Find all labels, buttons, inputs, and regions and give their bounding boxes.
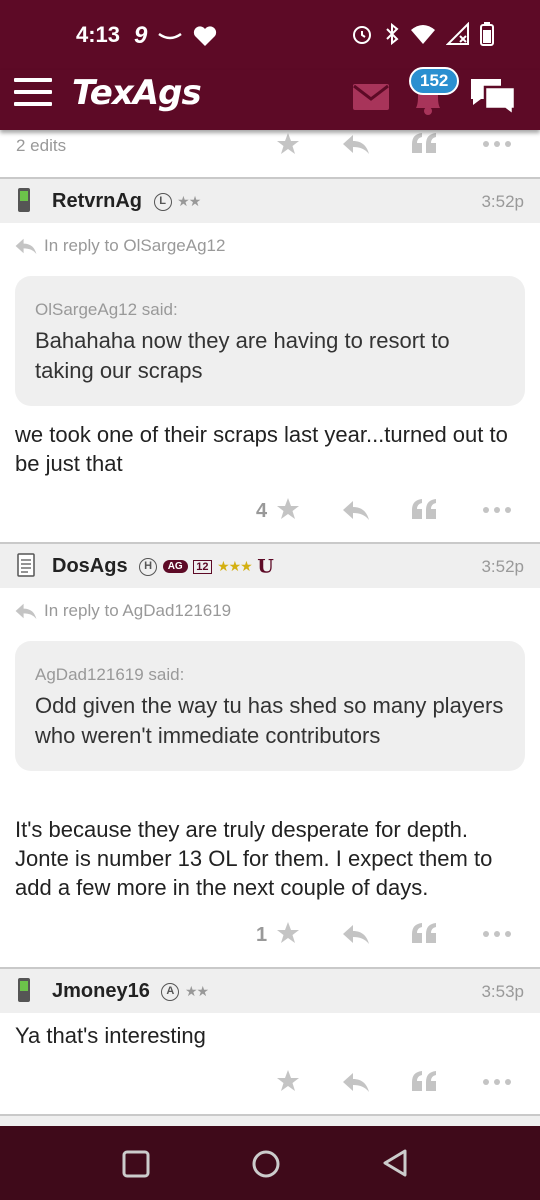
bluetooth-icon <box>386 22 399 46</box>
post-body: Ya that's interesting <box>15 1023 206 1048</box>
quote-icon[interactable] <box>411 132 437 154</box>
system-nav-bar <box>0 1126 540 1200</box>
star-icon[interactable] <box>276 1069 300 1093</box>
recent-apps-icon[interactable] <box>122 1150 150 1178</box>
username[interactable]: Jmoney16 <box>52 980 150 1002</box>
quote-text: Bahahaha now they are having to resort t… <box>35 328 450 383</box>
more-options-icon[interactable] <box>482 506 512 514</box>
post-time: 3:53p <box>481 982 524 1001</box>
username[interactable]: RetvrnAg <box>52 190 142 212</box>
back-icon[interactable] <box>381 1148 409 1178</box>
reply-icon[interactable] <box>342 500 370 520</box>
mobile-phone-icon <box>18 978 30 1002</box>
star-icon[interactable] <box>276 497 300 521</box>
post-body: we took one of their scraps last year...… <box>15 422 508 476</box>
like-count: 1 <box>256 924 268 946</box>
carrier-icon: 9 <box>134 22 148 49</box>
star-icon[interactable] <box>276 132 300 156</box>
texags-logo[interactable]: TexAgs <box>72 73 202 113</box>
reply-icon[interactable] <box>342 924 370 944</box>
signal-icon <box>446 22 469 45</box>
reply-arrow-icon <box>15 238 37 254</box>
more-options-icon[interactable] <box>482 140 512 148</box>
status-time: 4:13 <box>76 22 121 47</box>
reply-arrow-icon <box>15 603 37 619</box>
alarm-icon <box>353 26 371 44</box>
post-header: Jmoney16 A ★★ 3:53p <box>0 969 540 1013</box>
reply-to-text: In reply to OlSargeAg12 <box>44 236 226 255</box>
post-header: DosAgs H AG 12 ★★★ U 3:52p <box>0 544 540 588</box>
app-header: TexAgs 152 <box>0 67 540 130</box>
user-badge-a: A <box>161 982 180 1001</box>
thread-content: 2 edits RetvrnAg L ★★ 3:52p In reply to … <box>0 130 540 1126</box>
reply-icon[interactable] <box>342 1072 370 1092</box>
user-badge-12: 12 <box>193 559 212 574</box>
heart-icon <box>194 26 217 46</box>
like-count: 4 <box>256 500 268 522</box>
post-time: 3:52p <box>481 557 524 576</box>
more-options-icon[interactable] <box>482 1078 512 1086</box>
menu-icon[interactable] <box>14 78 54 110</box>
quote-icon[interactable] <box>411 1070 437 1092</box>
quote-block: OlSargeAg12 said: Bahahaha now they are … <box>15 276 525 406</box>
reply-icon[interactable] <box>342 134 370 154</box>
quote-text: Odd given the way tu has shed so many pl… <box>35 693 504 748</box>
amazon-smile-icon <box>158 32 183 40</box>
star-icon[interactable] <box>276 921 300 945</box>
quote-author: OlSargeAg12 said: <box>35 300 178 319</box>
battery-icon <box>480 22 494 46</box>
quote-icon[interactable] <box>411 498 437 520</box>
username[interactable]: DosAgs <box>52 555 128 577</box>
notepad-icon <box>17 553 35 577</box>
status-right-icons <box>350 22 494 46</box>
chat-icon[interactable] <box>467 73 519 119</box>
mobile-phone-icon <box>18 188 30 212</box>
reply-to-link[interactable]: In reply to OlSargeAg12 <box>14 236 225 256</box>
quote-block: AgDad121619 said: Odd given the way tu h… <box>15 641 525 771</box>
more-options-icon[interactable] <box>482 930 512 938</box>
edits-count: 2 edits <box>16 136 67 155</box>
home-icon[interactable] <box>251 1149 281 1179</box>
post-header-partial <box>0 1116 540 1126</box>
status-bar: 4:13 9 <box>0 0 540 70</box>
post-time: 3:52p <box>481 192 524 211</box>
user-stars: ★★★ <box>217 558 253 575</box>
quote-icon[interactable] <box>411 922 437 944</box>
user-badge-ag: AG <box>162 560 188 574</box>
mail-icon[interactable] <box>352 83 390 111</box>
reply-to-text: In reply to AgDad121619 <box>44 601 232 620</box>
post-body: It's because they are truly desperate fo… <box>15 817 493 900</box>
user-stars: ★★ <box>184 983 209 1000</box>
user-badge-l: L <box>153 192 172 211</box>
reply-to-link[interactable]: In reply to AgDad121619 <box>14 601 231 621</box>
status-left-icons: 9 <box>134 22 217 50</box>
user-badge-h: H <box>139 557 158 576</box>
wifi-icon <box>411 25 435 44</box>
notification-count-badge[interactable]: 152 <box>409 67 460 95</box>
post-header: RetvrnAg L ★★ 3:52p <box>0 179 540 223</box>
user-stars: ★★ <box>177 193 201 210</box>
user-badge-u: U <box>257 555 274 578</box>
quote-author: AgDad121619 said: <box>35 665 185 684</box>
